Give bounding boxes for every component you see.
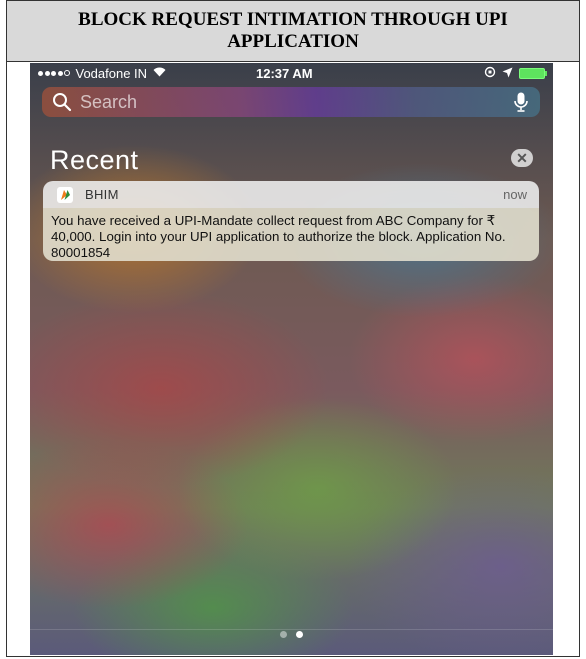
battery-icon xyxy=(519,67,547,79)
lock-rotation-icon xyxy=(484,66,496,81)
document-frame: BLOCK REQUEST INTIMATION THROUGH UPI APP… xyxy=(6,0,580,657)
wifi-icon xyxy=(153,66,166,80)
clear-notifications-button[interactable]: ✕ xyxy=(511,149,533,167)
page-dot-2-active[interactable] xyxy=(296,631,303,638)
page-indicator[interactable] xyxy=(30,631,553,638)
notification-body[interactable]: You have received a UPI-Mandate collect … xyxy=(43,208,539,261)
page-dot-1[interactable] xyxy=(280,631,287,638)
location-icon xyxy=(502,66,513,81)
search-input[interactable]: Search xyxy=(80,92,137,113)
bhim-logo-icon xyxy=(57,186,73,203)
page-title-bar: BLOCK REQUEST INTIMATION THROUGH UPI APP… xyxy=(7,1,579,62)
notification-app-name: BHIM xyxy=(85,187,119,202)
page-title: BLOCK REQUEST INTIMATION THROUGH UPI APP… xyxy=(78,9,508,52)
search-icon xyxy=(53,93,72,112)
clock: 12:37 AM xyxy=(256,65,313,81)
dock-divider xyxy=(30,629,553,630)
notification-time: now xyxy=(503,187,527,202)
phone-screen: Vodafone IN 12:37 AM Search Recent ✕ BHI… xyxy=(30,63,553,655)
microphone-icon[interactable] xyxy=(514,92,528,112)
signal-strength-icon xyxy=(38,70,72,76)
carrier-name: Vodafone IN xyxy=(75,65,148,81)
notification-header[interactable]: BHIM now xyxy=(43,181,539,208)
search-bar[interactable]: Search xyxy=(42,87,540,117)
status-bar: Vodafone IN 12:37 AM xyxy=(30,63,553,83)
notification-message: You have received a UPI-Mandate collect … xyxy=(51,213,506,260)
close-icon: ✕ xyxy=(516,149,528,166)
recent-heading: Recent xyxy=(50,145,139,175)
